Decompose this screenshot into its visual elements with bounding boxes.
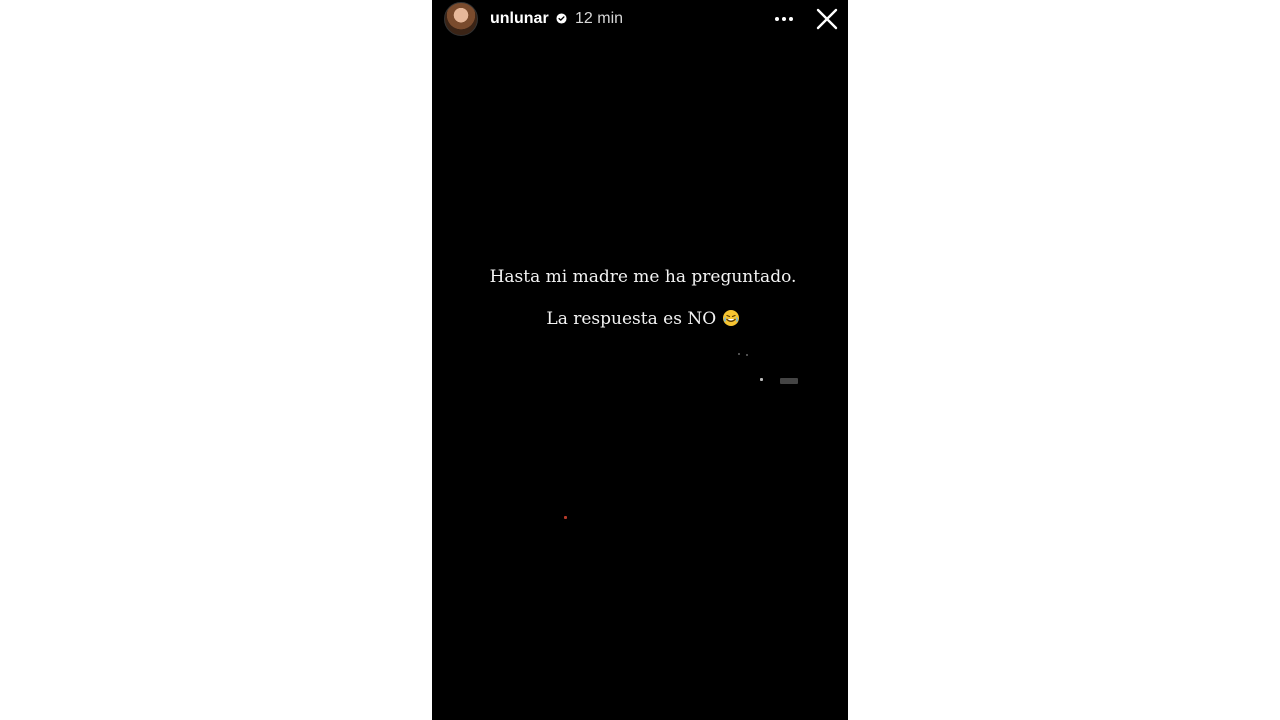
close-icon[interactable]: [814, 6, 840, 32]
story-caption: Hasta mi madre me ha preguntado. La resp…: [482, 266, 804, 330]
background-speck: [780, 378, 798, 384]
story-timestamp: 12 min: [575, 10, 624, 27]
story-header: unlunar 12 min: [432, 0, 848, 40]
caption-line-2: La respuesta es NO: [546, 309, 717, 329]
rolling-on-the-floor-laughing-icon: [722, 310, 739, 326]
caption-line-2-container: La respuesta es NO: [482, 308, 804, 330]
caption-line-1: Hasta mi madre me ha preguntado.: [489, 267, 797, 287]
verified-badge-icon: [556, 13, 567, 24]
story-viewer[interactable]: unlunar 12 min Hasta mi madre me ha preg…: [432, 0, 848, 720]
background-speck: [738, 353, 740, 355]
background-speck: [564, 516, 567, 519]
more-options-icon[interactable]: [772, 8, 796, 30]
background-speck: [760, 378, 763, 381]
username-link[interactable]: unlunar: [490, 10, 549, 28]
profile-avatar[interactable]: [444, 2, 478, 36]
background-speck: [746, 354, 748, 356]
